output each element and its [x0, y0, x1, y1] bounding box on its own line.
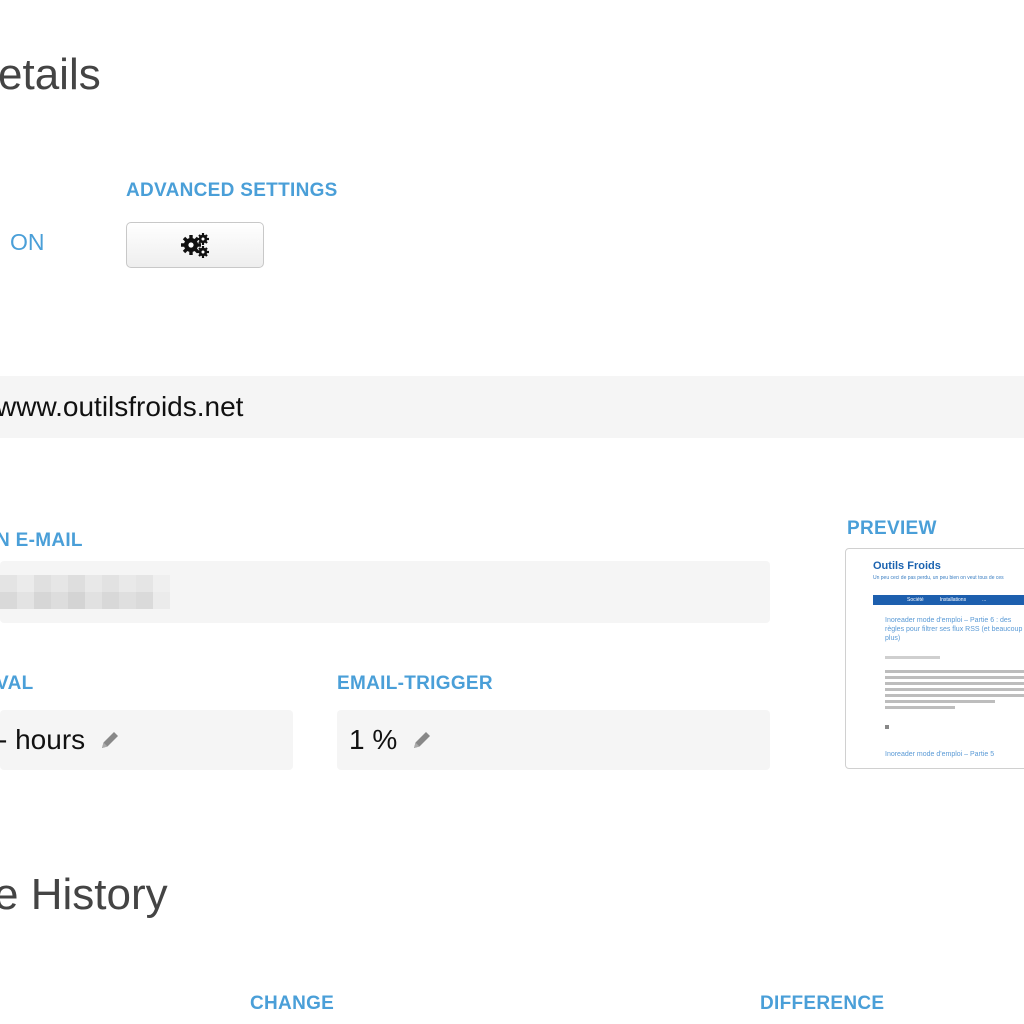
interval-label: VAL — [0, 673, 34, 694]
notification-email-label: N E-MAIL — [0, 530, 83, 551]
url-field[interactable]: www.outilsfroids.net — [0, 376, 1024, 438]
interval-value: - hours — [0, 724, 86, 755]
interval-field[interactable]: - hours — [0, 710, 293, 770]
preview-post-title: Inoreader mode d'emploi – Partie 5 — [885, 751, 995, 758]
preview-site-title: Outils Froids — [873, 560, 941, 572]
advanced-settings-label: ADVANCED SETTINGS — [126, 180, 338, 201]
history-column-difference[interactable]: DIFFERENCE — [760, 993, 884, 1015]
pencil-icon[interactable] — [99, 729, 121, 751]
preview-label: PREVIEW — [847, 518, 937, 539]
preview-nav-bar: Société Installations ... — [873, 595, 1024, 605]
email-trigger-label: EMAIL-TRIGGER — [337, 673, 493, 694]
advanced-settings-button[interactable] — [126, 222, 264, 268]
preview-nav-item: Installations — [939, 597, 967, 603]
preview-nav-item: Société — [907, 597, 924, 603]
email-redacted-mosaic — [0, 575, 170, 609]
preview-bullet — [885, 725, 889, 729]
preview-thumbnail[interactable]: Outils Froids Un peu ceci de pas perdu, … — [845, 548, 1024, 769]
status-toggle-value[interactable]: ON — [10, 229, 45, 256]
email-trigger-value: 1 % — [349, 724, 398, 755]
preview-site-tagline: Un peu ceci de pas perdu, un peu bien on… — [873, 575, 1004, 581]
url-value: www.outilsfroids.net — [0, 391, 244, 422]
preview-nav-item: ... — [982, 597, 987, 603]
gears-icon — [181, 233, 209, 258]
notification-email-field[interactable] — [0, 561, 770, 623]
preview-post-meta — [885, 653, 945, 659]
email-trigger-field[interactable]: 1 % — [337, 710, 770, 770]
preview-post-excerpt — [885, 667, 1024, 709]
preview-post-title: Inoreader mode d'emploi – Partie 6 : des… — [885, 617, 1023, 642]
history-column-change[interactable]: CHANGE — [250, 993, 334, 1015]
details-heading: etails — [0, 50, 101, 99]
pencil-icon[interactable] — [411, 729, 433, 751]
change-history-heading: e History — [0, 870, 168, 919]
